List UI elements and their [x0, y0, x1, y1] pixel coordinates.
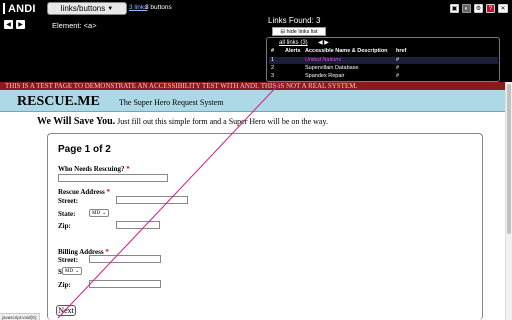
header-alerts: Alerts: [285, 48, 301, 54]
row-num: 3: [271, 73, 275, 79]
page-scrollbar[interactable]: [505, 82, 512, 320]
hide-list-label: hide links list: [286, 28, 318, 35]
andi-toolbar: ANDI links/buttons ▼ 3 links 3 buttons ◀ …: [0, 0, 512, 82]
rescue-zip-label: Zip:: [58, 222, 71, 230]
who-needs-rescuing-input[interactable]: [58, 174, 168, 182]
rescue-state-select[interactable]: MD ⌄: [89, 209, 109, 217]
billing-zip-label: Zip:: [58, 281, 71, 289]
header-name: Accessible Name & Description: [305, 48, 388, 54]
row-href: #: [396, 57, 400, 63]
settings-icon[interactable]: ⚙: [474, 4, 483, 13]
highlight-icon[interactable]: ▣: [450, 4, 459, 13]
next-element-icon[interactable]: ▶: [16, 20, 25, 29]
row-name[interactable]: Spandex Repair: [305, 73, 344, 79]
rescue-form: Page 1 of 2 Who Needs Rescuing? * Rescue…: [47, 133, 483, 320]
billing-state-select[interactable]: MD ⌄: [62, 267, 82, 275]
site-title: RESCUE.ME: [17, 94, 100, 109]
billing-state-value: MD: [65, 268, 74, 274]
close-icon[interactable]: ✕: [498, 4, 508, 13]
tab-all-links[interactable]: all links (3): [279, 40, 308, 46]
intro-bold: We Will Save You.: [37, 116, 116, 127]
contrast-icon[interactable]: ◐: [462, 4, 471, 13]
table-row[interactable]: 1 United Nations #: [269, 57, 498, 64]
rescue-address-label: Rescue Address *: [58, 188, 110, 196]
andi-logo: ANDI: [3, 2, 43, 15]
required-mark: *: [126, 165, 130, 173]
row-num: 1: [271, 57, 275, 63]
header-href: href: [396, 48, 407, 54]
caret-down-icon: ▼: [107, 5, 114, 12]
list-nav-arrows[interactable]: ◀ ▶: [318, 39, 329, 46]
chevron-down-icon: ⌄: [75, 269, 80, 274]
billing-zip-input[interactable]: [89, 280, 161, 288]
site-tagline: The Super Hero Request System: [119, 98, 224, 107]
buttons-count: 3 buttons: [145, 4, 172, 11]
row-href: #: [396, 65, 400, 71]
links-table-header: # Alerts Accessible Name & Description h…: [269, 48, 498, 56]
andi-logo-text: ANDI: [8, 2, 36, 15]
rescue-zip-input[interactable]: [116, 221, 160, 229]
required-mark: *: [106, 188, 110, 196]
billing-street-input[interactable]: [89, 255, 161, 263]
row-name[interactable]: United Nations: [305, 57, 341, 63]
next-button[interactable]: Next: [56, 305, 76, 316]
form-page-number: Page 1 of 2: [58, 144, 111, 155]
who-label-text: Who Needs Rescuing?: [58, 165, 125, 173]
andi-hand-icon: [3, 3, 7, 14]
table-row[interactable]: 3 Spandex Repair #: [269, 73, 498, 80]
rescue-street-input[interactable]: [116, 196, 188, 204]
rescue-state-label: State:: [58, 210, 76, 218]
scrollbar-thumb[interactable]: [507, 84, 511, 234]
mode-menu-button[interactable]: links/buttons ▼: [47, 2, 127, 15]
header-num: #: [271, 48, 275, 54]
rescue-address-text: Rescue Address: [58, 188, 105, 196]
test-page-banner: THIS IS A TEST PAGE TO DEMONSTRATE AN AC…: [0, 82, 512, 90]
row-href: #: [396, 73, 400, 79]
browser-status-bar: javascript:void(0);: [0, 313, 41, 320]
previous-element-icon[interactable]: ◀: [4, 20, 13, 29]
who-needs-rescuing-label: Who Needs Rescuing? *: [58, 165, 130, 173]
intro-text: We Will Save You. Just fill out this sim…: [37, 116, 328, 127]
intro-body: Just fill out this simple form and a Sup…: [117, 117, 328, 126]
billing-street-label: Street:: [58, 256, 79, 264]
links-list-panel: all links (3) ◀ ▶ # Alerts Accessible Na…: [266, 37, 500, 82]
help-icon[interactable]: ?: [486, 4, 495, 13]
element-label: Element: <a>: [52, 21, 97, 30]
row-name[interactable]: Supervillain Database: [305, 65, 359, 71]
rescue-state-value: MD: [92, 210, 101, 216]
hide-links-list-button[interactable]: ⊟ hide links list: [272, 27, 326, 36]
rescue-street-label: Street:: [58, 197, 79, 205]
site-header: RESCUE.ME The Super Hero Request System: [0, 90, 512, 112]
chevron-down-icon: ⌄: [102, 211, 107, 216]
table-row[interactable]: 2 Supervillain Database #: [269, 65, 498, 72]
row-num: 2: [271, 65, 275, 71]
mode-menu-label: links/buttons: [60, 4, 106, 13]
links-found-count: Links Found: 3: [268, 16, 321, 25]
